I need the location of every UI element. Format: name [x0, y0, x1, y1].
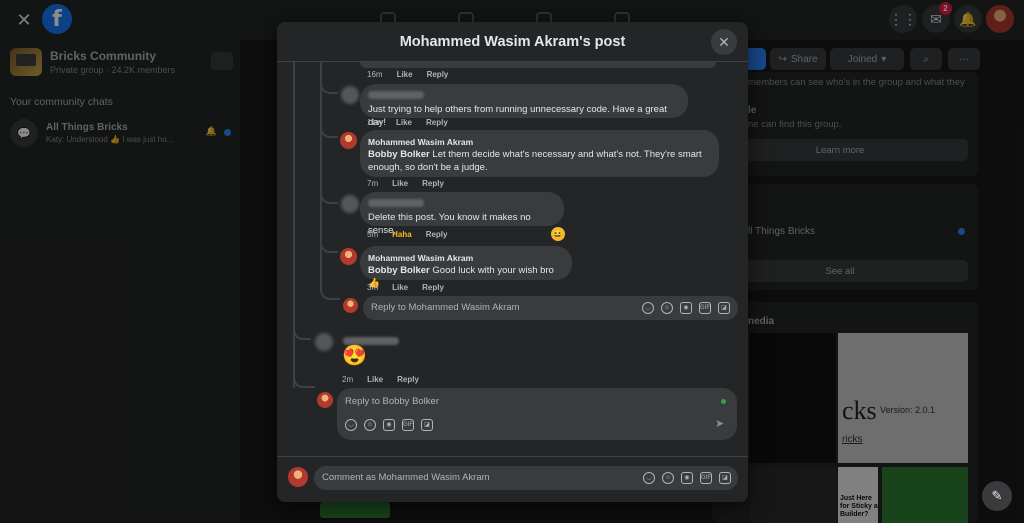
avatar[interactable]	[341, 195, 359, 213]
reply-tools: ◡ ☺ ◉ GIF ◪	[345, 419, 433, 431]
comment-text: Bobby Bolker Let them decide what's nece…	[368, 148, 709, 174]
like-link[interactable]: Like	[392, 179, 408, 188]
comment-time: 2m	[342, 375, 354, 384]
thread-connector	[320, 74, 338, 94]
thread-connector	[320, 239, 338, 253]
avatar-sticker-icon[interactable]: ◡	[345, 419, 357, 431]
avatar-sticker-icon[interactable]: ◡	[643, 472, 655, 484]
comment-author-blurred	[368, 199, 424, 207]
gif-icon[interactable]: GIF	[699, 302, 711, 314]
grammar-status-dot	[721, 399, 726, 404]
sticker-icon[interactable]: ◪	[719, 472, 731, 484]
gif-icon[interactable]: GIF	[402, 419, 414, 431]
avatar[interactable]	[315, 333, 333, 351]
mention-link[interactable]: Bobby Bolker	[368, 149, 430, 160]
comment-time: 11m	[367, 118, 382, 127]
comment-time: 5m	[367, 230, 379, 239]
avatar	[343, 298, 358, 313]
avatar[interactable]	[340, 248, 357, 265]
emoji-icon[interactable]: ☺	[364, 419, 376, 431]
comment-meta: 2m Like Reply	[342, 375, 419, 384]
avatar-sticker-icon[interactable]: ◡	[642, 302, 654, 314]
avatar	[317, 392, 333, 408]
thread-connector	[293, 322, 311, 340]
comment-time: 3m	[367, 283, 379, 292]
like-link[interactable]: Like	[367, 375, 383, 384]
avatar[interactable]	[341, 86, 359, 104]
reply-placeholder: Reply to Bobby Bolker	[345, 396, 439, 407]
comment-input[interactable]: Comment as Mohammed Wasim Akram ◡ ☺ ◉ GI…	[314, 466, 738, 490]
nested-reply-input[interactable]: Reply to Mohammed Wasim Akram ◡ ☺ ◉ GIF …	[363, 296, 738, 320]
reply-link[interactable]: Reply	[426, 230, 448, 239]
thread-connector	[293, 368, 315, 388]
comment-time: 16m	[367, 70, 383, 79]
reply-link[interactable]: Reply	[426, 118, 448, 127]
modal-footer: Comment as Mohammed Wasim Akram ◡ ☺ ◉ GI…	[277, 456, 748, 502]
reply-input[interactable]: Reply to Bobby Bolker ◡ ☺ ◉ GIF ◪ ➤	[337, 388, 737, 440]
modal-title: Mohammed Wasim Akram's post	[399, 33, 626, 50]
avatar	[288, 467, 308, 487]
comment-author[interactable]: Mohammed Wasim Akram	[368, 253, 562, 264]
sticker-icon[interactable]: ◪	[718, 302, 730, 314]
comment-meta: 7m Like Reply	[367, 179, 444, 188]
comment-tools: ◡ ☺ ◉ GIF ◪	[643, 472, 731, 484]
comment-bubble: Mohammed Wasim Akram Bobby Bolker Let th…	[360, 130, 719, 177]
emoji-icon[interactable]: ☺	[661, 302, 673, 314]
camera-icon[interactable]: ◉	[681, 472, 693, 484]
camera-icon[interactable]: ◉	[383, 419, 395, 431]
comment-meta: 3m Like Reply	[367, 283, 444, 292]
mention-link[interactable]: Bobby Bolker	[368, 265, 430, 276]
comment-emoji: 😍	[342, 345, 367, 367]
comment-time: 7m	[367, 179, 379, 188]
comment-bubble-partial	[360, 62, 716, 68]
thread-connector	[320, 190, 338, 204]
comment-bubble: Delete this post. You know it makes no s…	[360, 192, 564, 236]
reply-tools: ◡ ☺ ◉ GIF ◪	[642, 302, 730, 314]
comment-placeholder: Comment as Mohammed Wasim Akram	[322, 472, 490, 483]
like-link[interactable]: Like	[396, 118, 412, 127]
comment-meta: 11m Like Reply	[367, 118, 448, 127]
comment-bubble: Mohammed Wasim Akram Bobby Bolker Good l…	[360, 246, 572, 289]
gif-icon[interactable]: GIF	[700, 472, 712, 484]
avatar[interactable]	[340, 132, 357, 149]
reaction-label[interactable]: Haha	[392, 230, 412, 239]
reply-link[interactable]: Reply	[427, 70, 449, 79]
sticker-icon[interactable]: ◪	[421, 419, 433, 431]
haha-reaction-icon[interactable]: 😆	[551, 227, 565, 241]
reply-link[interactable]: Reply	[422, 283, 444, 292]
send-icon[interactable]: ➤	[715, 417, 724, 430]
like-link[interactable]: Like	[392, 283, 408, 292]
comment-author[interactable]: Mohammed Wasim Akram	[368, 137, 709, 148]
comment-bubble: Just trying to help others from running …	[360, 84, 688, 128]
camera-icon[interactable]: ◉	[680, 302, 692, 314]
post-modal: Mohammed Wasim Akram's post ✕ 16m Like R…	[277, 22, 748, 502]
reply-link[interactable]: Reply	[397, 375, 419, 384]
emoji-icon[interactable]: ☺	[662, 472, 674, 484]
thread-connector	[320, 280, 340, 300]
comment-meta: 5m Haha Reply	[367, 230, 447, 239]
comment-meta: 16m Like Reply	[367, 70, 448, 79]
comment-author-blurred	[368, 91, 424, 99]
thread-connector	[320, 122, 338, 138]
thread-line-outer	[293, 62, 295, 388]
like-link[interactable]: Like	[397, 70, 413, 79]
modal-close-button[interactable]: ✕	[711, 29, 737, 55]
reply-placeholder: Reply to Mohammed Wasim Akram	[371, 302, 520, 313]
reply-link[interactable]: Reply	[422, 179, 444, 188]
comment-author-blurred	[343, 337, 399, 345]
modal-header: Mohammed Wasim Akram's post ✕	[277, 22, 748, 62]
new-message-compose-icon[interactable]: ✎	[982, 481, 1012, 511]
